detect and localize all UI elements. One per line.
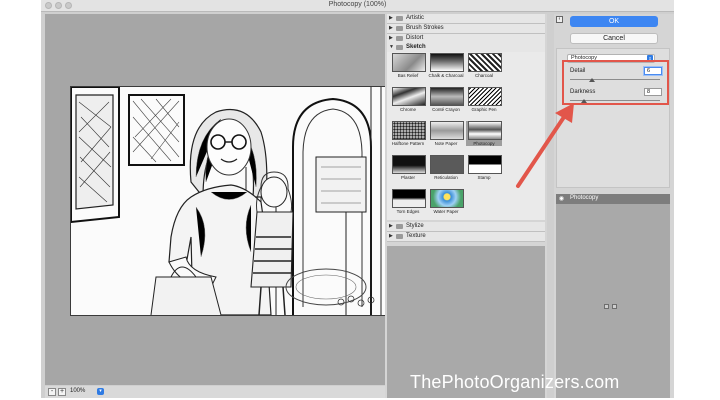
annotation-arrow xyxy=(516,103,574,188)
watermark: ThePhotoOrganizers.com xyxy=(410,372,620,392)
